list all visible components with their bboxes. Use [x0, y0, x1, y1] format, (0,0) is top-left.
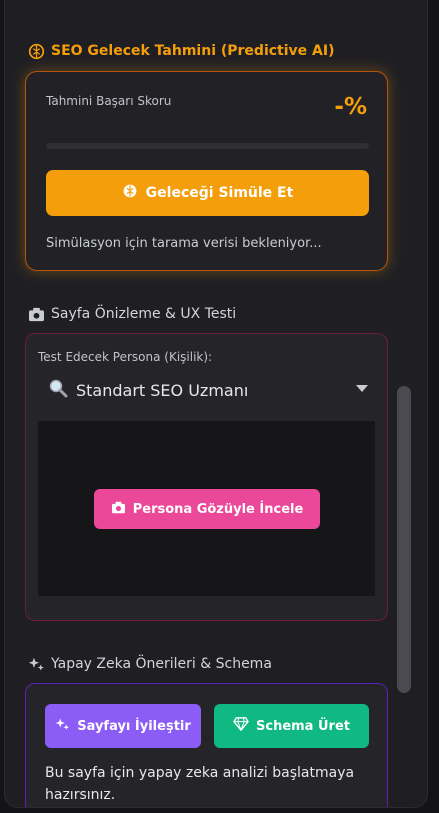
improve-button-label: Sayfayı İyileştir	[77, 718, 191, 734]
chevron-down-icon[interactable]	[356, 385, 368, 392]
predictive-section-title: SEO Gelecek Tahmini (Predictive AI)	[27, 42, 334, 60]
brain-icon	[122, 183, 138, 203]
brain-icon	[27, 42, 45, 60]
simulate-future-button[interactable]: Geleceği Simüle Et	[46, 170, 369, 216]
schema-button-label: Schema Üret	[256, 718, 350, 734]
persona-inspect-label: Persona Gözüyle İncele	[132, 501, 304, 517]
score-progress-bar	[46, 143, 369, 149]
generate-schema-button[interactable]: Schema Üret	[214, 704, 369, 748]
ai-card: Sayfayı İyileştir Schema Üret Bu sayfa i…	[25, 683, 388, 807]
improve-page-button[interactable]: Sayfayı İyileştir	[45, 704, 201, 748]
camera-icon	[111, 501, 126, 518]
persona-label: Test Edecek Persona (Kişilik):	[38, 350, 213, 364]
preview-section-title: Sayfa Önizleme & UX Testi	[27, 305, 236, 323]
simulate-button-label: Geleceği Simüle Et	[145, 185, 294, 201]
persona-select[interactable]: Standart SEO Uzmanı	[48, 374, 368, 406]
scrollbar-thumb[interactable]	[397, 386, 411, 693]
simulation-status-text: Simülasyon için tarama verisi bekleniyor…	[46, 236, 322, 251]
score-label: Tahmini Başarı Skoru	[46, 94, 172, 108]
page-preview-area: Persona Gözüyle İncele	[38, 421, 375, 596]
predictive-card: Tahmini Başarı Skoru -% Geleceği Simüle …	[25, 71, 388, 271]
score-value: -%	[334, 94, 367, 120]
ai-title-text: Yapay Zeka Önerileri & Schema	[51, 656, 272, 672]
camera-icon	[27, 305, 45, 323]
sparkles-icon	[27, 655, 45, 673]
predictive-title-text: SEO Gelecek Tahmini (Predictive AI)	[51, 43, 335, 59]
magnifier-icon	[48, 378, 68, 402]
seo-panel: SEO Gelecek Tahmini (Predictive AI) Tahm…	[4, 0, 428, 808]
persona-selected-value: Standart SEO Uzmanı	[76, 380, 249, 400]
diamond-icon	[233, 717, 249, 735]
persona-inspect-button[interactable]: Persona Gözüyle İncele	[94, 489, 320, 529]
sparkles-icon	[55, 717, 70, 736]
preview-title-text: Sayfa Önizleme & UX Testi	[51, 306, 237, 322]
persona-card: Test Edecek Persona (Kişilik): Standart …	[25, 333, 388, 621]
ai-section-title: Yapay Zeka Önerileri & Schema	[27, 655, 272, 673]
ai-status-message: Bu sayfa için yapay zeka analizi başlatm…	[45, 765, 355, 803]
